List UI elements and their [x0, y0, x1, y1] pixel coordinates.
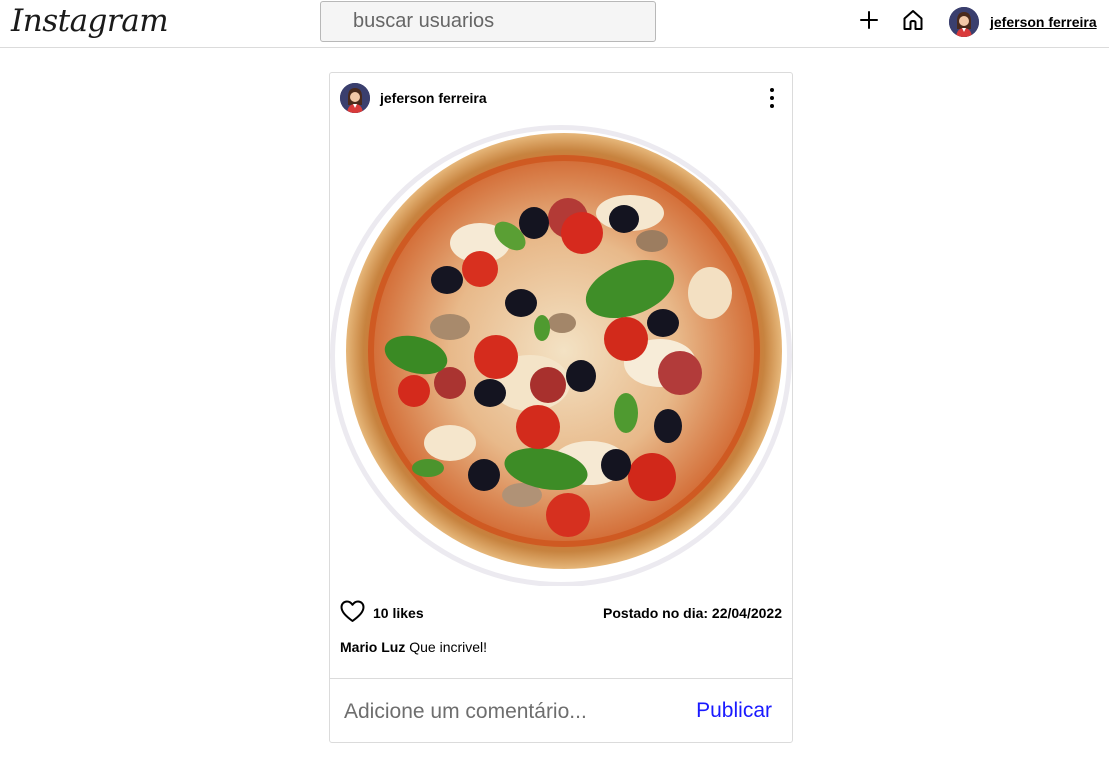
profile-username[interactable]: jeferson ferreira	[990, 14, 1097, 30]
profile-link[interactable]: jeferson ferreira	[949, 6, 1097, 38]
like-count: 10 likes	[373, 605, 424, 621]
plus-icon[interactable]	[857, 8, 881, 32]
home-icon[interactable]	[901, 8, 925, 32]
avatar	[949, 7, 979, 37]
search-input[interactable]	[320, 1, 656, 42]
post-author-name[interactable]: jeferson ferreira	[380, 90, 487, 106]
instagram-logo[interactable]: Instagram	[11, 2, 169, 40]
comment: Mario Luz Que incrivel!	[340, 639, 487, 655]
post-card: jeferson ferreira 10 likes Postado no di…	[329, 72, 793, 743]
publish-button[interactable]: Publicar	[696, 699, 772, 723]
post-actions: 10 likes Postado no dia: 22/04/2022	[340, 599, 782, 625]
post-author-avatar[interactable]	[340, 83, 370, 113]
top-bar: Instagram jeferson ferreira	[0, 0, 1109, 48]
post-header: jeferson ferreira	[330, 73, 792, 123]
comment-text: Que incrivel!	[409, 639, 488, 655]
comment-input[interactable]	[342, 695, 676, 729]
post-image-pizza[interactable]	[330, 123, 792, 586]
post-date: Postado no dia: 22/04/2022	[603, 605, 782, 621]
comment-form: Publicar	[330, 678, 792, 743]
more-vertical-icon[interactable]	[766, 87, 778, 109]
heart-icon[interactable]	[340, 600, 365, 623]
comment-author[interactable]: Mario Luz	[340, 639, 405, 655]
